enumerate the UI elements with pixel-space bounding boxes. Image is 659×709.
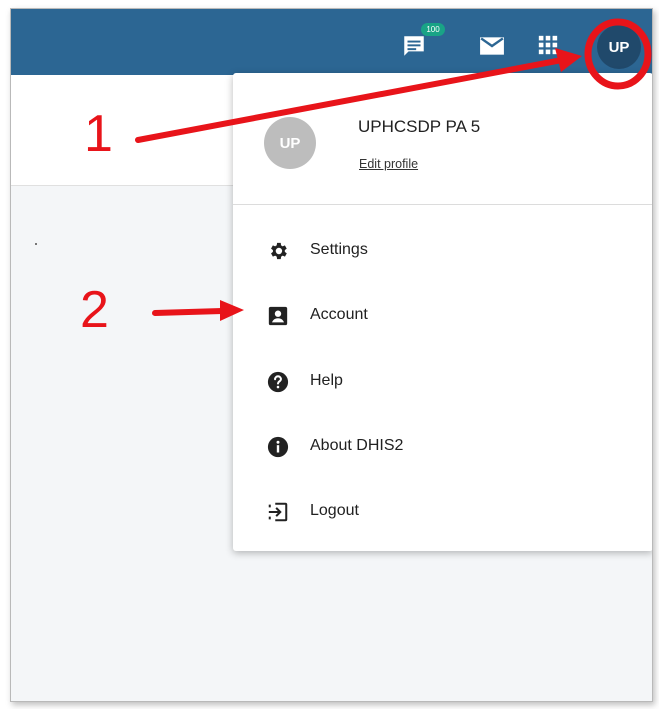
step-number-1: 1	[84, 105, 113, 163]
arrow-2-head	[220, 300, 244, 321]
arrow-1-head	[555, 48, 582, 72]
arrow-1-line	[135, 57, 565, 143]
step-number-2: 2	[80, 281, 109, 339]
arrow-2-line	[152, 308, 225, 316]
highlight-circle	[584, 18, 652, 90]
